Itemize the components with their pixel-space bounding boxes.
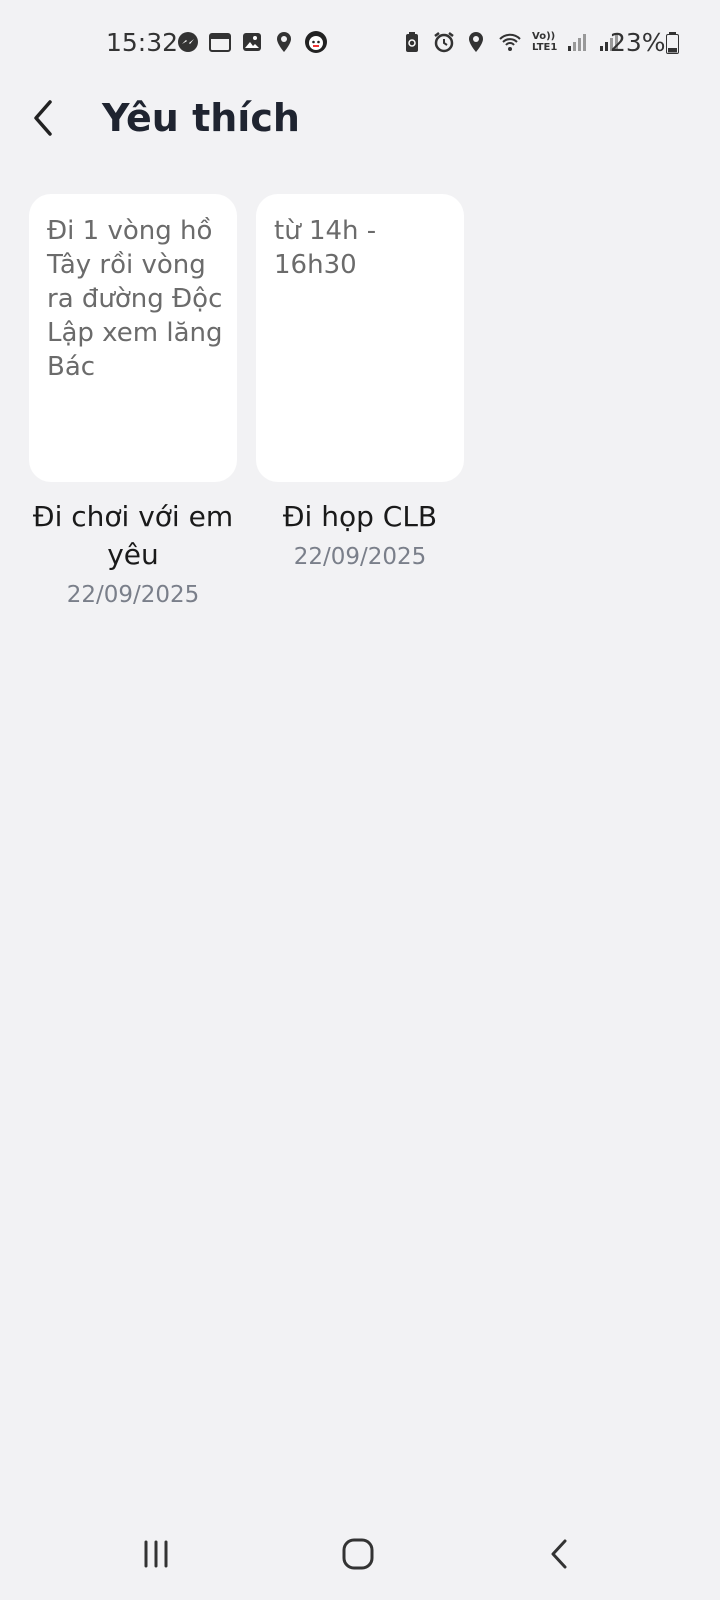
note-preview: Đi 1 vòng hồ Tây rồi vòng ra đường Độc L… — [47, 216, 223, 382]
system-icons: Vo)) LTE1 — [400, 30, 621, 54]
alarm-icon — [434, 32, 454, 53]
home-button[interactable] — [328, 1524, 388, 1584]
status-bar: 15:32 Vo)) LTE1 23% — [0, 0, 720, 88]
chevron-left-icon — [34, 100, 52, 136]
navigation-bar — [0, 1510, 720, 1600]
battery-icon — [666, 32, 679, 54]
home-icon — [342, 1538, 374, 1570]
battery-saver-icon — [406, 32, 418, 52]
page-title: Yêu thích — [102, 96, 300, 140]
back-button[interactable] — [22, 96, 66, 140]
battery-percent: 23% — [610, 28, 666, 57]
note-date: 22/09/2025 — [66, 582, 200, 608]
volte-label-top: Vo)) — [532, 31, 556, 42]
app-header: Yêu thích — [0, 88, 720, 188]
notification-icons — [176, 30, 328, 54]
note-card[interactable]: từ 14h - 16h30 — [256, 194, 464, 482]
calendar-icon — [209, 33, 231, 52]
messenger-icon — [178, 32, 198, 52]
back-nav-button[interactable] — [530, 1524, 590, 1584]
location-icon — [277, 32, 291, 52]
recent-apps-button[interactable] — [126, 1524, 186, 1584]
wifi-icon — [499, 33, 521, 51]
location-icon — [469, 32, 483, 52]
signal-icon-1 — [568, 34, 587, 51]
volte-label-bottom: LTE1 — [532, 42, 558, 53]
note-title[interactable]: Đi chơi với em yêu — [13, 498, 253, 574]
note-preview: từ 14h - 16h30 — [274, 216, 377, 280]
gallery-icon — [243, 33, 261, 51]
status-time: 15:32 — [106, 28, 179, 57]
volte-label: Vo)) LTE1 — [532, 31, 557, 53]
recent-apps-icon — [144, 1540, 168, 1568]
note-date: 22/09/2025 — [293, 544, 427, 570]
note-card[interactable]: Đi 1 vòng hồ Tây rồi vòng ra đường Độc L… — [29, 194, 237, 482]
note-title[interactable]: Đi họp CLB — [240, 498, 480, 536]
back-nav-icon — [551, 1539, 567, 1569]
app-avatar-icon — [305, 31, 327, 53]
